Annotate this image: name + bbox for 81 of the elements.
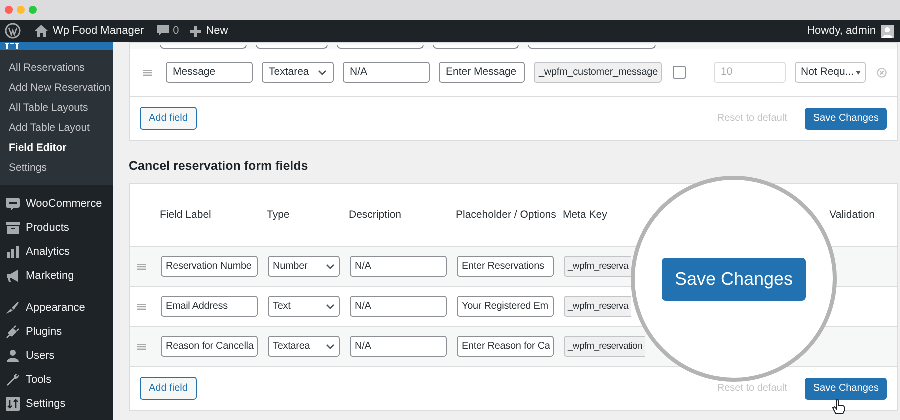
submenu-item[interactable]: Field Editor <box>0 138 113 158</box>
sidebar-menu-item[interactable]: Users <box>26 350 55 362</box>
current-menu-item[interactable] <box>0 42 113 50</box>
plug-icon <box>6 325 20 339</box>
save-changes-button[interactable]: Save Changes <box>805 108 887 130</box>
text-field[interactable]: Enter Reservations <box>457 256 554 277</box>
wordpress-logo-icon <box>5 23 21 39</box>
avatar-icon <box>881 24 894 38</box>
column-header: Meta Key <box>563 209 608 221</box>
wrench-icon <box>6 373 20 387</box>
new-link[interactable]: New <box>206 25 228 37</box>
paintbrush-icon <box>6 301 20 315</box>
type-select[interactable]: Number <box>268 256 340 277</box>
dropdown-arrow-icon <box>856 70 862 74</box>
type-select[interactable]: Text <box>268 296 340 317</box>
add-field-button[interactable]: Add field <box>140 377 197 400</box>
meta-key-field[interactable]: _wpfm_customer_message <box>534 62 662 83</box>
window-control-dot[interactable] <box>5 6 13 14</box>
column-header: Validation <box>830 209 875 221</box>
text-field[interactable]: Enter Reason for Ca <box>457 336 554 357</box>
sidebar-menu-item[interactable]: Plugins <box>26 326 62 338</box>
checkbox[interactable] <box>673 66 686 79</box>
chevron-down-icon <box>326 264 335 270</box>
window-control-dot[interactable] <box>17 6 25 14</box>
save-changes-button[interactable]: Save Changes <box>662 258 806 300</box>
drag-handle-icon <box>137 264 146 270</box>
table-icon <box>5 43 19 49</box>
sidebar-menu-item[interactable]: Products <box>26 222 70 234</box>
text-field[interactable]: Enter Message <box>439 62 525 83</box>
text-field[interactable]: Your Registered Em <box>457 296 554 317</box>
comment-count: 0 <box>173 25 180 37</box>
submenu-item[interactable]: Add Table Layout <box>0 118 113 138</box>
meta-key-field[interactable]: _wpfm_reserva <box>564 256 632 277</box>
sidebar-menu-item[interactable]: WooCommerce <box>26 198 102 210</box>
site-name-link[interactable]: Wp Food Manager <box>53 25 144 37</box>
add-field-button[interactable]: Add field <box>140 107 197 130</box>
text-field[interactable]: Reservation Numbe <box>161 256 258 277</box>
chevron-down-icon <box>326 344 335 350</box>
woocommerce-icon <box>6 197 20 211</box>
archive-box-icon <box>6 221 20 235</box>
column-header: Description <box>349 209 403 221</box>
text-field[interactable]: Email Address <box>161 296 258 317</box>
sidebar-menu-item[interactable]: Marketing <box>26 270 74 282</box>
plus-icon <box>190 26 202 36</box>
submenu-item[interactable]: All Reservations <box>0 58 113 78</box>
type-select[interactable]: Textarea <box>262 62 334 83</box>
chevron-down-icon <box>318 70 327 76</box>
user-icon <box>6 349 20 363</box>
greeting-link[interactable]: Howdy, admin <box>807 25 876 37</box>
meta-key-field[interactable]: _wpfm_reserva <box>564 296 632 317</box>
megaphone-icon <box>6 269 20 283</box>
save-changes-button[interactable]: Save Changes <box>805 378 887 400</box>
validation-select[interactable]: Not Requ... <box>795 62 866 83</box>
window-control-dot[interactable] <box>29 6 37 14</box>
sidebar-menu-item[interactable]: Tools <box>26 374 52 386</box>
submenu-item[interactable]: Add New Reservation <box>0 78 113 98</box>
text-field[interactable]: N/A <box>350 336 447 357</box>
remove-icon <box>877 68 887 78</box>
text-field[interactable]: Reason for Cancella <box>161 336 258 357</box>
sidebar-menu-item[interactable]: Settings <box>26 398 66 410</box>
type-select[interactable]: Textarea <box>268 336 340 357</box>
sidebar-menu-item[interactable]: Analytics <box>26 246 70 258</box>
column-header: Type <box>267 209 291 221</box>
section-heading: Cancel reservation form fields <box>129 159 310 173</box>
bar-chart-icon <box>6 245 20 259</box>
submenu-item[interactable]: Settings <box>0 158 113 178</box>
text-field[interactable]: N/A <box>350 296 447 317</box>
text-field[interactable]: N/A <box>343 62 430 83</box>
drag-handle-icon <box>143 70 152 76</box>
text-field[interactable]: Message <box>166 62 253 83</box>
sidebar-menu-item[interactable]: Appearance <box>26 302 86 314</box>
column-header: Field Label <box>160 209 212 221</box>
sliders-icon <box>6 397 20 411</box>
comment-icon <box>157 25 170 37</box>
text-field[interactable]: N/A <box>350 256 447 277</box>
drag-handle-icon <box>137 304 146 310</box>
chevron-down-icon <box>326 304 335 310</box>
meta-key-field[interactable]: _wpfm_reservation <box>564 336 646 357</box>
submenu-item[interactable]: All Table Layouts <box>0 98 113 118</box>
drag-handle-icon <box>137 344 146 350</box>
home-icon <box>35 25 48 37</box>
